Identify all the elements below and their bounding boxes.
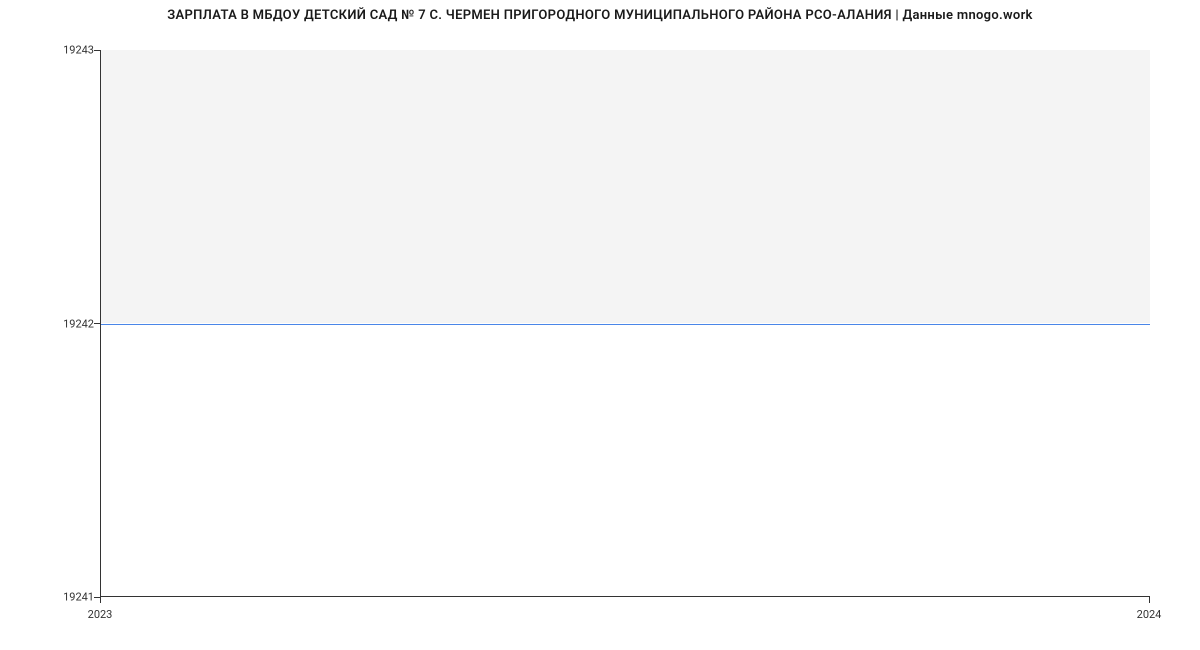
y-tick-label: 19243 [63,44,94,57]
x-tick [1149,597,1150,603]
chart-title: ЗАРПЛАТА В МБДОУ ДЕТСКИЙ САД № 7 С. ЧЕРМ… [0,8,1200,23]
y-tick-label: 19242 [63,317,94,330]
y-tick [94,50,100,51]
plot-area [100,50,1150,597]
x-tick-label: 2024 [1137,608,1162,621]
data-line [101,324,1150,325]
plot-lower-region [101,323,1150,597]
y-tick-label: 19241 [63,591,94,604]
x-tick [100,597,101,603]
x-tick-label: 2023 [88,608,113,621]
y-tick [94,323,100,324]
